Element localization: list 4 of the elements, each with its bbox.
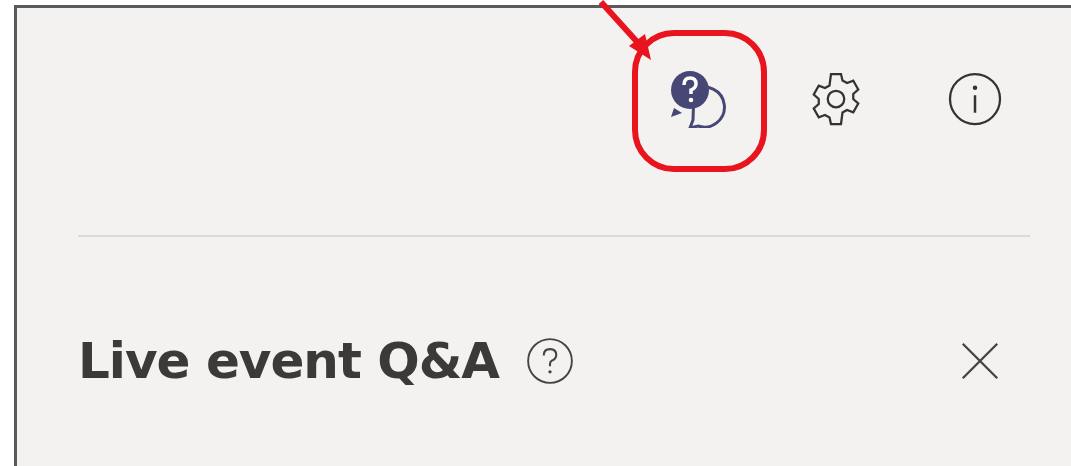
annotation-arrow xyxy=(599,0,651,60)
help-icon[interactable] xyxy=(525,336,576,386)
panel-title: Live event Q&A xyxy=(78,332,500,390)
chat-question-icon xyxy=(668,70,726,128)
